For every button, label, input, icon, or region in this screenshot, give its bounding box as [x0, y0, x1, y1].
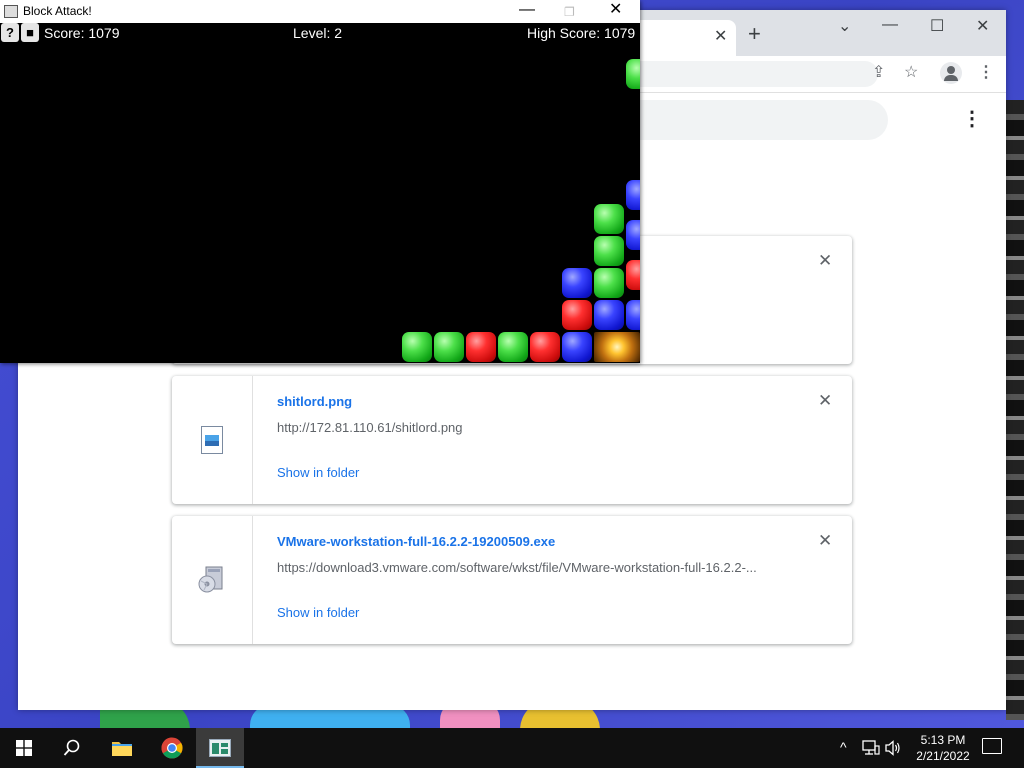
red-block: [562, 300, 592, 330]
level-label: Level: 2: [293, 25, 343, 41]
green-block: [402, 332, 432, 362]
green-block: [594, 236, 624, 266]
block-attack-app-icon: [209, 739, 231, 757]
chrome-icon: [161, 737, 183, 759]
new-tab-button[interactable]: +: [748, 23, 761, 45]
search-icon: [63, 739, 80, 756]
download-card: VMware-workstation-full-16.2.2-19200509.…: [172, 516, 852, 644]
wallpaper-art: [1006, 100, 1024, 720]
remove-download-icon[interactable]: ✕: [818, 252, 832, 270]
download-filename-link[interactable]: shitlord.png: [277, 394, 352, 409]
notification-center-icon[interactable]: [982, 738, 1002, 754]
tab-search-chevron-icon[interactable]: ⌄: [838, 16, 851, 36]
blue-block: [626, 180, 640, 210]
clock-date: 2/21/2022: [916, 749, 970, 763]
high-score-label: High Score: 1079: [527, 25, 636, 41]
system-clock[interactable]: 5:13 PM 2/21/2022: [905, 732, 981, 764]
profile-avatar-icon[interactable]: [940, 62, 962, 84]
network-icon[interactable]: [862, 740, 880, 756]
folder-icon: [112, 742, 132, 756]
blue-block: [594, 300, 624, 330]
download-icon-column: [172, 376, 253, 504]
game-board[interactable]: ? ■ Score: 1079 Level: 2 High Score: 107…: [0, 23, 640, 363]
show-hidden-icons-chevron[interactable]: ^: [840, 738, 847, 756]
green-block: [594, 204, 624, 234]
blue-block: [562, 268, 592, 298]
game-restore-button[interactable]: ❐: [564, 3, 575, 21]
file-explorer-button[interactable]: [98, 728, 146, 768]
game-window-title: Block Attack!: [23, 4, 92, 18]
download-url: http://172.81.110.61/shitlord.png: [277, 420, 463, 435]
explosion-block: [594, 332, 640, 362]
start-button[interactable]: [0, 728, 48, 768]
green-block: [626, 59, 640, 89]
volume-icon[interactable]: [885, 740, 903, 756]
windows-logo-icon: [16, 740, 32, 756]
game-title-bar[interactable]: Block Attack! — ❐ ✕: [0, 0, 640, 23]
clock-time: 5:13 PM: [920, 733, 966, 747]
show-in-folder-link[interactable]: Show in folder: [277, 465, 359, 480]
download-icon-column: [172, 516, 253, 644]
remove-download-icon[interactable]: ✕: [818, 532, 832, 550]
stop-button[interactable]: ■: [21, 23, 39, 42]
help-button[interactable]: ?: [1, 23, 19, 42]
score-label: Score: 1079: [44, 25, 120, 41]
red-block: [530, 332, 560, 362]
red-block: [466, 332, 496, 362]
game-close-button[interactable]: ✕: [609, 1, 622, 19]
download-filename-link[interactable]: VMware-workstation-full-16.2.2-19200509.…: [277, 534, 555, 549]
green-block: [594, 268, 624, 298]
chrome-taskbar-button[interactable]: [148, 728, 196, 768]
blue-block: [626, 220, 640, 250]
close-button[interactable]: ✕: [976, 16, 989, 36]
green-block: [434, 332, 464, 362]
game-minimize-button[interactable]: —: [519, 1, 535, 19]
remove-download-icon[interactable]: ✕: [818, 392, 832, 410]
downloads-search-field[interactable]: [618, 100, 888, 140]
image-file-icon: [201, 426, 223, 454]
green-block: [498, 332, 528, 362]
maximize-button[interactable]: ☐: [930, 16, 944, 36]
tab-close-icon[interactable]: ✕: [714, 28, 727, 46]
app-window-icon: [4, 5, 18, 18]
share-icon[interactable]: ⇪: [872, 64, 885, 82]
search-button[interactable]: [48, 728, 96, 768]
installer-file-icon: [198, 566, 223, 593]
taskbar: ^ 5:13 PM 2/21/2022: [0, 728, 1024, 768]
minimize-button[interactable]: —: [882, 16, 898, 34]
download-card: shitlord.png http://172.81.110.61/shitlo…: [172, 376, 852, 504]
blue-block: [626, 300, 640, 330]
show-in-folder-link[interactable]: Show in folder: [277, 605, 359, 620]
downloads-menu-icon[interactable]: ⋮: [962, 109, 982, 129]
download-url: https://download3.vmware.com/software/wk…: [277, 560, 757, 575]
block-attack-taskbar-button[interactable]: [196, 728, 244, 768]
blue-block: [562, 332, 592, 362]
red-block: [626, 260, 640, 290]
block-attack-window: Block Attack! — ❐ ✕ ? ■ Score: 1079 Leve…: [0, 0, 640, 363]
bookmark-star-icon[interactable]: ☆: [904, 64, 918, 82]
chrome-menu-icon[interactable]: ⋮: [978, 64, 994, 82]
